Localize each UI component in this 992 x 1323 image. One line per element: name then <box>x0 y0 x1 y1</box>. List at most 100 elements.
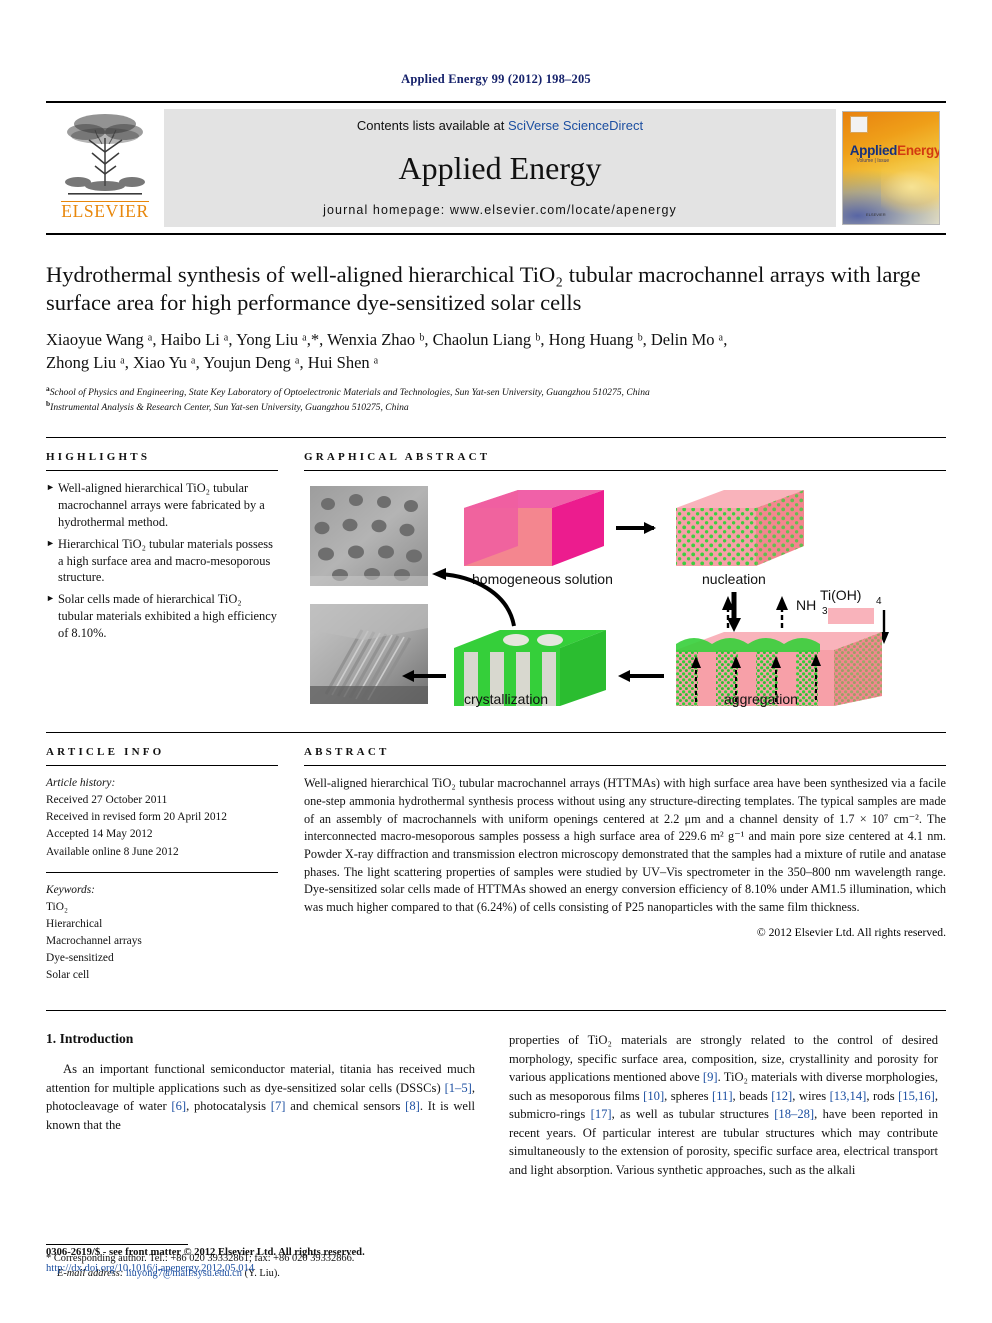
citation-ref[interactable]: [11] <box>712 1089 733 1103</box>
label-aggregation: aggregation <box>724 691 798 707</box>
elsevier-logo: ELSEVIER <box>46 103 164 233</box>
cover-title: AppliedEnergy <box>849 143 940 159</box>
citation-ref[interactable]: [1–5] <box>445 1081 472 1095</box>
highlights-rule <box>46 470 278 472</box>
author-line-1: Xiaoyue Wang ᵃ, Haibo Li ᵃ, Yong Liu ᵃ,*… <box>46 329 728 349</box>
contents-available-line: Contents lists available at SciVerse Sci… <box>357 118 643 133</box>
highlights-column: HIGHLIGHTS ► Well-aligned hierarchical T… <box>46 451 278 712</box>
journal-homepage[interactable]: journal homepage: www.elsevier.com/locat… <box>323 203 677 217</box>
citation-ref[interactable]: [13,14] <box>830 1089 867 1103</box>
keyword-item: Solar cell <box>46 969 90 982</box>
keywords-rule <box>46 871 278 873</box>
history-accepted: Accepted 14 May 2012 <box>46 828 153 841</box>
body-column-left: 1. Introduction As an important function… <box>46 1031 475 1281</box>
journal-band: Contents lists available at SciVerse Sci… <box>164 109 836 227</box>
journal-cover-thumbnail: AppliedEnergy Volume | Issue ELSEVIER <box>842 111 940 225</box>
triangle-bullet-icon: ► <box>46 537 55 548</box>
affiliation-b-text: Instrumental Analysis & Research Center,… <box>50 402 409 414</box>
highlights-graphical-band: HIGHLIGHTS ► Well-aligned hierarchical T… <box>46 437 946 713</box>
article-head: Hydrothermal synthesis of well-aligned h… <box>46 261 946 415</box>
intro-text-part: , beads <box>732 1088 772 1103</box>
citation-ref[interactable]: [7] <box>271 1099 286 1113</box>
label-crystallization: crystallization <box>464 691 548 707</box>
graphical-abstract-rule <box>304 470 946 472</box>
author-line-2: Zhong Liu ᵃ, Xiao Yu ᵃ, Youjun Deng ᵃ, H… <box>46 353 379 373</box>
highlights-list: ► Well-aligned hierarchical TiO₂ tubular… <box>46 480 278 642</box>
journal-title: Applied Energy <box>398 150 602 186</box>
intro-text-part: and chemical sensors <box>285 1099 406 1114</box>
intro-text-part: , spheres <box>664 1088 712 1103</box>
citation-ref[interactable]: [8] <box>405 1099 420 1113</box>
arrow-solution-to-nucleation <box>616 522 656 535</box>
highlight-text: Well-aligned hierarchical TiO₂ tubular m… <box>58 481 265 529</box>
intro-text-part: , rods <box>866 1088 899 1103</box>
citation-ref[interactable]: [15,16] <box>898 1089 935 1103</box>
body-columns: 1. Introduction As an important function… <box>46 1010 946 1281</box>
citation-ref[interactable]: [6] <box>171 1099 186 1113</box>
cover-title-applied: Applied <box>849 143 898 159</box>
page-footer: 0306-2619/$ - see front matter © 2012 El… <box>46 1245 365 1277</box>
history-revised: Received in revised form 20 April 2012 <box>46 811 227 824</box>
graphical-abstract-heading: GRAPHICAL ABSTRACT <box>304 451 491 464</box>
triangle-bullet-icon: ► <box>46 482 55 493</box>
contents-prefix: Contents lists available at <box>356 118 508 133</box>
article-history-block: Article history: Received 27 October 201… <box>46 775 278 861</box>
label-nucleation: nucleation <box>702 571 766 587</box>
abstract-column: ABSTRACT Well-aligned hierarchical TiO₂ … <box>304 746 946 984</box>
introduction-paragraph-right: properties of TiO₂ materials are strongl… <box>509 1031 938 1179</box>
cover-subtitle: Volume | Issue <box>856 157 890 164</box>
intro-text-part: , photocatalysis <box>186 1099 271 1114</box>
citation-ref[interactable]: [12] <box>771 1089 792 1103</box>
cover-elsevier-mini-logo <box>849 116 868 134</box>
homogeneous-solution-cube <box>464 490 604 567</box>
citation-ref[interactable]: [9] <box>703 1070 718 1084</box>
intro-text-part: As an important functional semiconductor… <box>46 1062 475 1095</box>
keyword-item: Macrochannel arrays <box>46 935 142 947</box>
label-nh3-sub: 3 <box>822 606 828 617</box>
author-list: Xiaoyue Wang ᵃ, Haibo Li ᵃ, Yong Liu ᵃ,*… <box>46 328 946 375</box>
keywords-label: Keywords: <box>46 883 95 896</box>
graphical-abstract-diagram: homogeneous solution nucleation Ti(OH) 4 <box>310 486 889 707</box>
sciencedirect-link[interactable]: SciVerse ScienceDirect <box>508 118 643 133</box>
sem-image-bottom <box>310 604 428 705</box>
graphical-abstract-column: GRAPHICAL ABSTRACT homogeneous solution … <box>304 451 946 713</box>
intro-text-part: , as well as tubular structures <box>611 1107 775 1122</box>
citation-ref[interactable]: [18–28] <box>774 1107 814 1121</box>
citation-ref[interactable]: [10] <box>643 1089 664 1103</box>
affiliation-a: aSchool of Physics and Engineering, Stat… <box>46 384 946 400</box>
abstract-copyright: © 2012 Elsevier Ltd. All rights reserved… <box>756 925 946 939</box>
affiliation-b: bInstrumental Analysis & Research Center… <box>46 399 946 415</box>
article-info-rule <box>46 765 278 767</box>
front-matter-line: 0306-2619/$ - see front matter © 2012 El… <box>46 1247 365 1259</box>
sem-image-top <box>310 486 428 587</box>
highlight-item: ► Hierarchical TiO₂ tubular materials po… <box>46 536 278 587</box>
abstract-text: Well-aligned hierarchical TiO₂ tubular m… <box>304 776 946 915</box>
paper-page: Applied Energy 99 (2012) 198–205 ELSEVIE… <box>0 0 992 1323</box>
history-received: Received 27 October 2011 <box>46 794 168 807</box>
abstract-heading: ABSTRACT <box>304 746 390 759</box>
doi-link[interactable]: http://dx.doi.org/10.1016/j.apenergy.201… <box>46 1261 365 1277</box>
body-column-right: properties of TiO₂ materials are strongl… <box>509 1031 938 1281</box>
history-online: Available online 8 June 2012 <box>46 845 179 858</box>
highlight-text: Hierarchical TiO₂ tubular materials poss… <box>58 536 273 585</box>
info-abstract-band: ARTICLE INFO Article history: Received 2… <box>46 732 946 984</box>
elsevier-wordmark: ELSEVIER <box>61 201 149 221</box>
label-nh3: NH <box>796 597 816 613</box>
highlights-heading: HIGHLIGHTS <box>46 451 151 464</box>
article-info-column: ARTICLE INFO Article history: Received 2… <box>46 746 278 984</box>
keyword-item: Hierarchical <box>46 917 103 930</box>
keywords-block: Keywords: TiO₂ Hierarchical Macrochannel… <box>46 882 278 985</box>
nucleation-cube <box>676 490 804 567</box>
cover-title-energy: Energy <box>897 143 940 159</box>
keyword-item: Dye-sensitized <box>46 952 114 965</box>
arrow-aggregation-to-crystallization <box>618 670 664 683</box>
citation-ref[interactable]: [17] <box>591 1107 612 1121</box>
label-ti-oh-4: Ti(OH) <box>820 587 861 603</box>
highlight-item: ► Well-aligned hierarchical TiO₂ tubular… <box>46 480 278 531</box>
article-history-label: Article history: <box>46 777 116 790</box>
journal-masthead: ELSEVIER Contents lists available at Sci… <box>46 101 946 235</box>
label-homogeneous-solution: homogeneous solution <box>472 571 613 587</box>
highlight-item: ► Solar cells made of hierarchical TiO₂ … <box>46 591 278 642</box>
triangle-bullet-icon: ► <box>46 593 55 604</box>
abstract-rule <box>304 765 946 767</box>
